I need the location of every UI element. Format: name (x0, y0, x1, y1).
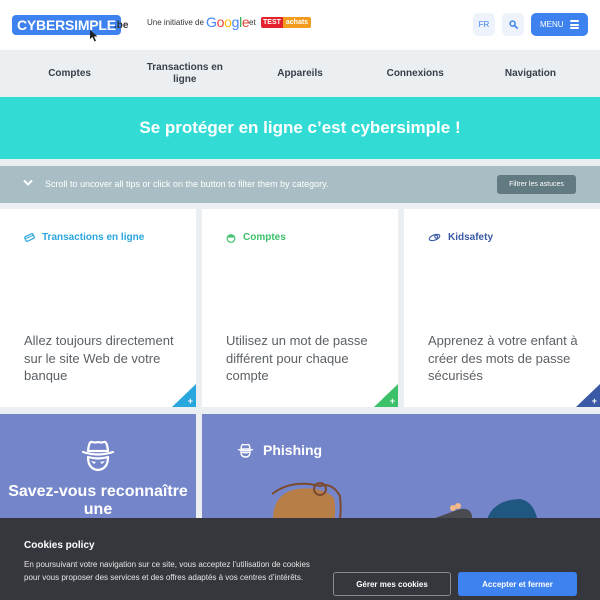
spy-icon (237, 443, 254, 458)
credit-card-icon (24, 233, 35, 242)
hero-title: Se protéger en ligne c’est cybersimple ! (139, 118, 461, 137)
menu-label: MENU (540, 20, 564, 29)
spy-icon (81, 440, 115, 472)
google-logo: Google (206, 14, 250, 30)
accept-cookies-button[interactable]: Accepter et fermer (458, 572, 577, 596)
card-text: Allez toujours directement sur le site W… (24, 333, 174, 383)
logo[interactable]: CYBERSIMPLE (12, 15, 121, 35)
panel-left-title: Savez-vous reconnaître une (8, 483, 188, 518)
initiative-text: Une initiative de (147, 18, 204, 27)
language-button[interactable]: FR (473, 13, 495, 36)
tip-card[interactable]: Kidsafety Apprenez à votre enfant à crée… (404, 209, 600, 407)
tip-card[interactable]: Transactions en ligne Allez toujours dir… (0, 209, 196, 407)
phishing-title: Phishing (263, 442, 323, 458)
card-category[interactable]: Comptes (226, 232, 286, 243)
filter-hint: Scroll to uncover all tips or click on t… (45, 179, 329, 189)
card-category-label: Transactions en ligne (42, 232, 145, 243)
cursor-icon (90, 30, 98, 42)
plus-icon: + (389, 396, 395, 406)
testachats-logo: TEST achats (261, 17, 312, 28)
google-letter: g (231, 14, 240, 30)
testachats-test: TEST (261, 17, 283, 28)
cookie-title: Cookies policy (24, 540, 95, 551)
filter-tips-button[interactable]: Filtrer les astuces (497, 175, 576, 194)
manage-cookies-button[interactable]: Gérer mes cookies (333, 572, 451, 596)
search-button[interactable] (502, 13, 524, 36)
nav-item-navigation[interactable]: Navigation (473, 50, 588, 97)
category-nav: Comptes Transactions en ligne Appareils … (12, 50, 588, 97)
plus-icon: + (187, 396, 193, 406)
card-text: Apprenez à votre enfant à créer des mots… (428, 333, 578, 383)
expand-card-button[interactable]: + (576, 384, 600, 407)
google-letter: o (224, 14, 232, 30)
google-letter: o (216, 14, 225, 30)
user-face-icon (226, 233, 236, 243)
card-category-label: Comptes (243, 232, 286, 243)
tip-card[interactable]: Comptes Utilisez un mot de passe différe… (202, 209, 398, 407)
hamburger-icon (570, 20, 579, 29)
site-header: CYBERSIMPLE .be Une initiative de Google… (0, 0, 600, 50)
nav-item-appareils[interactable]: Appareils (242, 50, 357, 97)
menu-button[interactable]: MENU (531, 13, 588, 36)
logo-tld: .be (114, 20, 129, 31)
filter-bar: Scroll to uncover all tips or click on t… (0, 166, 600, 203)
testachats-achats: achats (282, 17, 312, 28)
pacifier-icon (428, 233, 441, 242)
cookie-text: En poursuivant votre navigation sur ce s… (24, 560, 310, 582)
hero-banner: Se protéger en ligne c’est cybersimple ! (0, 97, 600, 159)
search-icon (508, 20, 518, 29)
card-category[interactable]: Kidsafety (428, 232, 493, 243)
and-text: et (249, 18, 256, 27)
card-category[interactable]: Transactions en ligne (24, 232, 144, 243)
phishing-heading: Phishing (237, 442, 322, 458)
nav-item-comptes[interactable]: Comptes (12, 50, 127, 97)
card-category-label: Kidsafety (448, 232, 494, 243)
cookie-banner: Cookies policy En poursuivant votre navi… (0, 518, 600, 600)
chevron-down-icon[interactable] (23, 179, 33, 187)
nav-item-transactions[interactable]: Transactions en ligne (127, 50, 242, 97)
card-text: Utilisez un mot de passe différent pour … (226, 333, 368, 383)
google-letter: G (206, 14, 217, 30)
expand-card-button[interactable]: + (374, 384, 398, 407)
nav-item-connexions[interactable]: Connexions (358, 50, 473, 97)
plus-icon: + (591, 396, 597, 406)
expand-card-button[interactable]: + (172, 384, 196, 407)
